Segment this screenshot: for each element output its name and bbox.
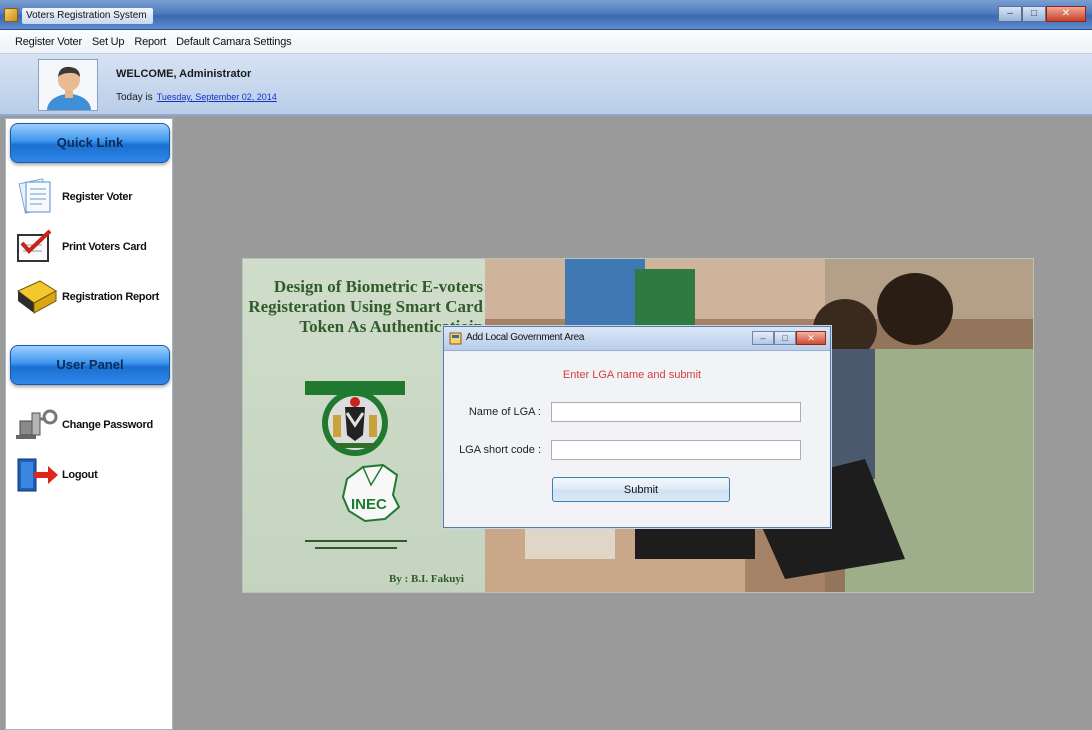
form-icon <box>449 332 462 345</box>
sidebar-item-label: Logout <box>62 469 98 481</box>
add-lga-dialog: Add Local Government Area – □ ✕ Enter LG… <box>443 326 831 528</box>
today-label: Today is <box>116 92 153 103</box>
window-title: Voters Registration System <box>22 8 153 24</box>
sidebar-item-label: Registration Report <box>62 291 159 303</box>
welcome-header: WELCOME, Administrator Today is Tuesday, … <box>0 54 1092 116</box>
commission-subtitle-mark <box>297 537 415 553</box>
dialog-titlebar: Add Local Government Area – □ ✕ <box>444 327 830 351</box>
today-line: Today is Tuesday, September 02, 2014 <box>116 92 277 103</box>
dialog-minimize-button[interactable]: – <box>752 331 774 345</box>
sidebar-item-registration-report[interactable]: Registration Report <box>12 277 172 317</box>
sidebar-item-label: Print Voters Card <box>62 241 147 253</box>
checklist-icon <box>12 227 62 267</box>
app-icon <box>4 8 18 22</box>
sidebar-item-print-voters-card[interactable]: Print Voters Card <box>12 227 172 267</box>
sidebar-item-register-voter[interactable]: Register Voter <box>12 177 172 217</box>
sidebar-item-change-password[interactable]: Change Password <box>12 405 172 445</box>
quick-link-button[interactable]: Quick Link <box>10 123 170 163</box>
minimize-button[interactable]: – <box>998 6 1022 22</box>
sidebar-item-label: Register Voter <box>62 191 133 203</box>
welcome-text: WELCOME, Administrator <box>116 68 252 80</box>
dialog-close-button[interactable]: ✕ <box>796 331 826 345</box>
close-button[interactable]: ✕ <box>1046 6 1086 22</box>
sidebar-item-logout[interactable]: Logout <box>12 455 172 495</box>
inec-logo-text: INEC <box>351 496 387 513</box>
user-panel-button[interactable]: User Panel <box>10 345 170 385</box>
dialog-maximize-button[interactable]: □ <box>774 331 796 345</box>
inec-logo: INEC <box>335 461 405 525</box>
maximize-button[interactable]: □ <box>1022 6 1046 22</box>
lga-name-input[interactable] <box>551 402 801 422</box>
sidebar: Quick Link Register Voter Print Voters C… <box>5 118 173 730</box>
lga-name-label: Name of LGA : <box>468 406 541 418</box>
key-lock-icon <box>12 405 62 445</box>
date-link[interactable]: Tuesday, September 02, 2014 <box>157 92 277 102</box>
window-controls: – □ ✕ <box>998 6 1086 22</box>
instruction-text: Enter LGA name and submit <box>562 369 702 381</box>
menu-report[interactable]: Report <box>129 32 171 52</box>
dialog-body: Enter LGA name and submit Name of LGA : … <box>444 352 830 527</box>
user-avatar <box>38 59 98 111</box>
logout-icon <box>12 455 62 495</box>
menu-register-voter[interactable]: Register Voter <box>10 32 87 52</box>
lga-code-label: LGA short code : <box>459 444 541 456</box>
document-stack-icon <box>12 177 62 217</box>
sidebar-item-label: Change Password <box>62 419 153 431</box>
menu-camera-settings[interactable]: Default Camara Settings <box>171 32 296 52</box>
coat-of-arms-emblem <box>305 377 405 467</box>
dialog-controls: – □ ✕ <box>752 331 826 345</box>
dialog-title: Add Local Government Area <box>466 332 585 343</box>
menu-set-up[interactable]: Set Up <box>87 32 129 52</box>
book-icon <box>12 277 62 317</box>
submit-button[interactable]: Submit <box>552 477 730 502</box>
menu-bar: Register Voter Set Up Report Default Cam… <box>0 30 1092 54</box>
lga-code-input[interactable] <box>551 440 801 460</box>
window-titlebar: Voters Registration System – □ ✕ <box>0 0 1092 30</box>
banner-author: By : B.I. Fakuyi <box>389 573 464 585</box>
